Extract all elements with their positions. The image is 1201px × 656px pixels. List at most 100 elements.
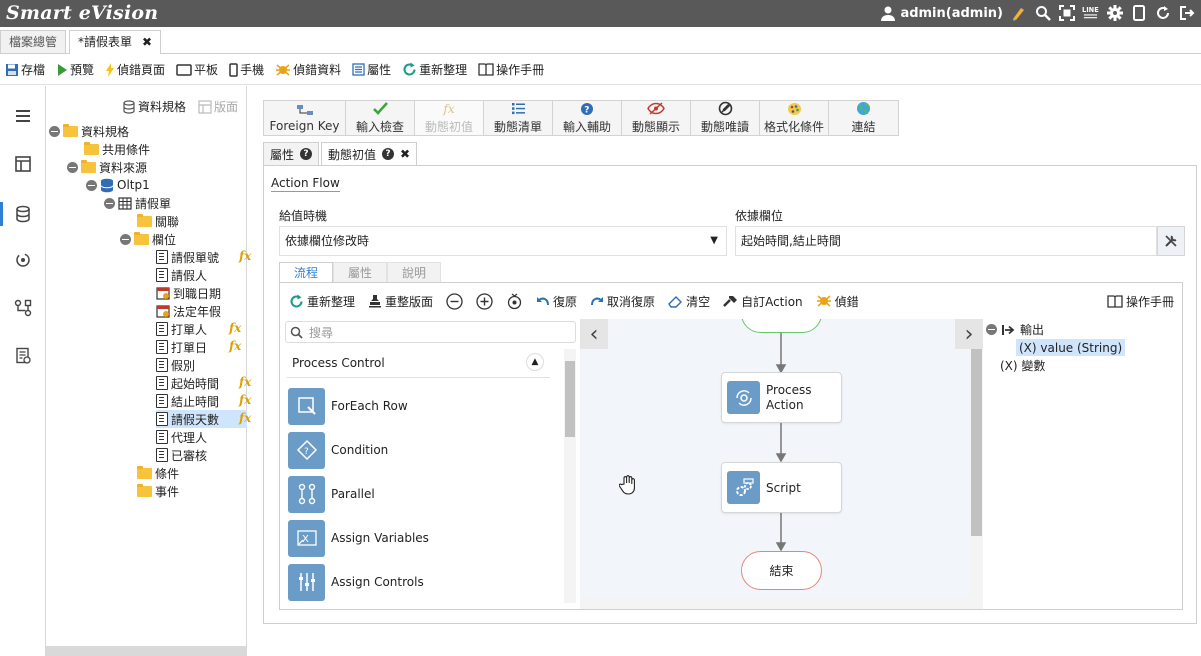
palette-item-assign-controls[interactable]: Assign Controls — [288, 562, 424, 602]
line-icon[interactable]: LINE — [1082, 5, 1099, 22]
close-tab-icon[interactable]: ✖ — [142, 35, 152, 49]
gear-icon[interactable] — [1106, 5, 1123, 22]
search-icon[interactable] — [1034, 5, 1051, 22]
clear-button[interactable]: 清空 — [668, 293, 710, 310]
format-condition-button[interactable]: 格式化條件 — [760, 101, 829, 135]
preview-button[interactable]: 預覽 — [56, 61, 94, 78]
tab-dynamic-initial-value[interactable]: 動態初值? ✖ — [321, 142, 418, 165]
collapse-icon[interactable] — [49, 125, 60, 137]
tab-file-explorer[interactable]: 檔案總管 — [0, 30, 67, 53]
chevron-up-icon[interactable]: ▲ — [526, 353, 544, 371]
tree-node-field[interactable]: 請假人 — [156, 266, 207, 284]
debug-page-button[interactable]: 偵錯頁面 — [105, 61, 165, 78]
palette-scroll-thumb[interactable] — [565, 361, 575, 437]
canvas-prev-button[interactable]: ‹ — [580, 319, 608, 349]
flow-debug-button[interactable]: 偵錯 — [816, 293, 859, 310]
menu-icon[interactable] — [12, 105, 34, 127]
fullscreen-icon[interactable] — [1058, 5, 1075, 22]
help-icon[interactable]: ? — [382, 148, 395, 160]
dynamic-list-button[interactable]: 動態清單 — [484, 101, 553, 135]
tree-horizontal-scrollbar[interactable] — [46, 646, 247, 656]
reorganize-button[interactable]: 重新整理 — [402, 61, 467, 78]
palette-item-parallel[interactable]: Parallel — [288, 474, 375, 514]
palette-item-assign-variables[interactable]: X Assign Variables — [288, 518, 429, 558]
undo-button[interactable]: 復原 — [536, 293, 577, 310]
custom-action-button[interactable]: 自訂Action — [723, 293, 803, 310]
save-button[interactable]: 存檔 — [5, 61, 45, 78]
zoom-out-button[interactable] — [446, 292, 463, 310]
start-node[interactable] — [741, 319, 822, 333]
tree-node-field[interactable]: 起始時間 — [156, 374, 219, 392]
collapse-icon[interactable] — [986, 324, 997, 335]
relayout-button[interactable]: 重整版面 — [368, 293, 433, 310]
mobile-icon[interactable] — [1130, 5, 1147, 22]
tree-node-oltp1[interactable]: Oltp1 — [86, 176, 150, 194]
dynamic-readonly-button[interactable]: 動態唯讀 — [691, 101, 760, 135]
tree-node-field[interactable]: 代理人 — [156, 428, 207, 446]
tree-node-field[interactable]: 已審核 — [156, 446, 207, 464]
zoom-reset-button[interactable] — [506, 293, 523, 310]
palette-item-condition[interactable]: ? Condition — [288, 430, 388, 470]
node-process-action[interactable]: Process Action — [721, 372, 842, 423]
tab-leave-form[interactable]: *請假表單 ✖ — [69, 30, 162, 54]
tree-node-events[interactable]: 事件 — [137, 482, 179, 500]
tab-flow-properties[interactable]: 屬性 — [333, 262, 387, 282]
basis-field-input[interactable]: 起始時間,結止時間 — [735, 226, 1157, 256]
basis-field-settings-button[interactable] — [1157, 226, 1185, 256]
dynamic-initial-value-button[interactable]: fx 動態初值 — [415, 101, 484, 135]
manual-button[interactable]: 操作手冊 — [478, 61, 544, 78]
tab-flow[interactable]: 流程 — [279, 262, 333, 282]
data-spec-button[interactable]: 資料規格 — [122, 98, 186, 115]
palette-item-foreach-row[interactable]: ForEach Row — [288, 386, 408, 426]
node-script[interactable]: Script — [721, 462, 842, 513]
zoom-in-button[interactable] — [476, 292, 493, 310]
tree-node-fields[interactable]: 欄位 — [120, 230, 176, 248]
timing-select[interactable]: 依據欄位修改時 ▼ — [279, 226, 727, 256]
phone-button[interactable]: 手機 — [229, 61, 264, 78]
tree-node-source[interactable]: 資料來源 — [67, 158, 147, 176]
tree-node-field[interactable]: 結止時間 — [156, 392, 219, 410]
tree-node-field[interactable]: 打單人 — [156, 320, 207, 338]
input-check-button[interactable]: 輸入檢查 — [346, 101, 415, 135]
tree-node-conditions[interactable]: 條件 — [137, 464, 179, 482]
layout-button[interactable]: 版面 — [198, 98, 238, 115]
tree-node-root[interactable]: 資料規格 — [49, 122, 129, 140]
theme-icon[interactable] — [1010, 5, 1027, 22]
palette-category-header[interactable]: Process Control ▲ — [287, 352, 550, 378]
canvas-horizontal-scrollbar[interactable] — [580, 598, 970, 609]
debug-data-button[interactable]: 偵錯資料 — [275, 61, 341, 78]
collapse-icon[interactable] — [86, 179, 97, 191]
output-node[interactable]: 輸出 — [986, 321, 1044, 338]
tree-node-field[interactable]: 打單日 — [156, 338, 207, 356]
tree-node-field[interactable]: 法定年假 — [156, 302, 221, 320]
tree-node-relation[interactable]: 關聯 — [137, 212, 179, 230]
tree-node-field[interactable]: 請假天數 — [156, 410, 247, 428]
layout-icon[interactable] — [12, 153, 34, 175]
help-icon[interactable]: ? — [300, 148, 313, 160]
properties-button[interactable]: 屬性 — [352, 61, 391, 78]
collapse-icon[interactable] — [120, 233, 131, 245]
foreign-key-button[interactable]: Foreign Key — [264, 101, 346, 135]
dynamic-display-button[interactable]: 動態顯示 — [622, 101, 691, 135]
redo-button[interactable]: 取消復原 — [590, 293, 655, 310]
close-tab-icon[interactable]: ✖ — [400, 147, 410, 161]
flow-manual-button[interactable]: 操作手冊 — [1107, 293, 1174, 310]
workflow-icon[interactable] — [12, 297, 34, 319]
sync-icon[interactable] — [12, 249, 34, 271]
tree-node-common[interactable]: 共用條件 — [84, 140, 150, 158]
tree-node-table[interactable]: 請假單 — [104, 194, 171, 212]
flow-reorganize-button[interactable]: 重新整理 — [289, 293, 355, 310]
tab-flow-description[interactable]: 說明 — [387, 262, 441, 282]
collapse-icon[interactable] — [104, 197, 115, 209]
tablet-button[interactable]: 平板 — [176, 61, 218, 78]
variables-node[interactable]: (X) 變數 — [1000, 357, 1045, 374]
database-icon[interactable] — [12, 203, 34, 225]
palette-scrollbar[interactable] — [564, 349, 576, 603]
link-button[interactable]: 連結 — [829, 101, 898, 135]
tree-node-field[interactable]: 假別 — [156, 356, 195, 374]
canvas-scroll-thumb[interactable] — [971, 349, 982, 536]
palette-search-input[interactable]: 搜尋 — [285, 321, 576, 343]
report-icon[interactable] — [12, 345, 34, 367]
canvas-next-button[interactable]: › — [955, 319, 983, 349]
flow-canvas[interactable]: ‹ › Process Action Script 結束 — [580, 319, 983, 609]
